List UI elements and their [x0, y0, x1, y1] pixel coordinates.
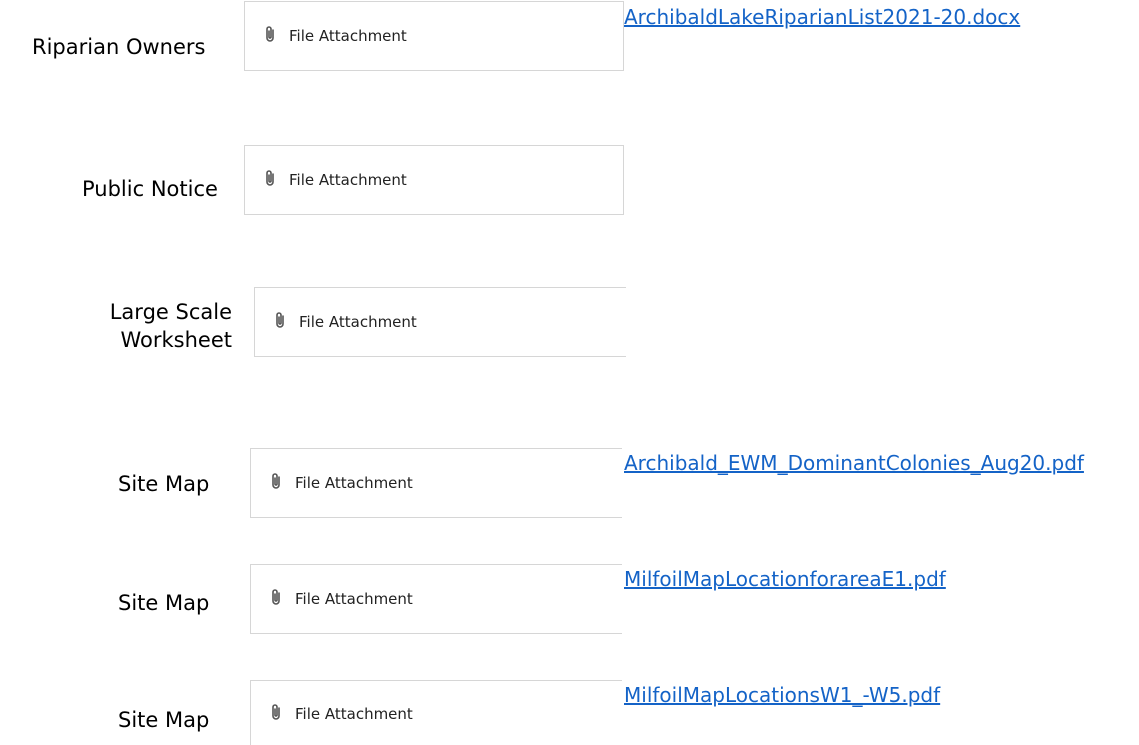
field-label-riparian-owners: Riparian Owners: [32, 35, 206, 59]
file-attachment-label: File Attachment: [299, 313, 417, 331]
file-attachment-large-scale-worksheet[interactable]: File Attachment: [254, 287, 626, 357]
field-label-line: Large Scale: [109, 300, 232, 324]
file-attachment-label: File Attachment: [289, 171, 407, 189]
field-label-line: Worksheet: [120, 328, 232, 352]
file-attachment-site-map-2[interactable]: File Attachment: [250, 564, 622, 634]
attachment-link-area-e1[interactable]: MilfoilMapLocationforareaE1.pdf: [624, 566, 946, 592]
field-label-site-map-3: Site Map: [118, 708, 210, 732]
file-attachment-site-map-3[interactable]: File Attachment: [250, 680, 622, 745]
file-attachment-public-notice[interactable]: File Attachment: [244, 145, 624, 215]
file-attachment-label: File Attachment: [289, 27, 407, 45]
paperclip-icon: [263, 25, 277, 43]
field-label-site-map-2: Site Map: [118, 591, 210, 615]
file-attachment-site-map-1[interactable]: File Attachment: [250, 448, 622, 518]
paperclip-icon: [263, 169, 277, 187]
attachment-link-dominant-colonies[interactable]: Archibald_EWM_DominantColonies_Aug20.pdf: [624, 450, 1084, 476]
file-attachment-label: File Attachment: [295, 590, 413, 608]
file-attachment-label: File Attachment: [295, 704, 413, 723]
field-label-public-notice: Public Notice: [82, 177, 218, 201]
paperclip-icon: [269, 703, 283, 721]
file-attachment-label: File Attachment: [295, 474, 413, 492]
paperclip-icon: [269, 472, 283, 490]
attachment-link-w1-w5[interactable]: MilfoilMapLocationsW1_-W5.pdf: [624, 682, 940, 708]
file-attachment-riparian-owners[interactable]: File Attachment: [244, 1, 624, 71]
attachment-link-riparian-list[interactable]: ArchibaldLakeRiparianList2021-20.docx: [624, 4, 1020, 30]
paperclip-icon: [269, 588, 283, 606]
field-label-large-scale-worksheet: Large Scale Worksheet: [92, 298, 232, 354]
paperclip-icon: [273, 311, 287, 329]
field-label-site-map-1: Site Map: [118, 472, 210, 496]
